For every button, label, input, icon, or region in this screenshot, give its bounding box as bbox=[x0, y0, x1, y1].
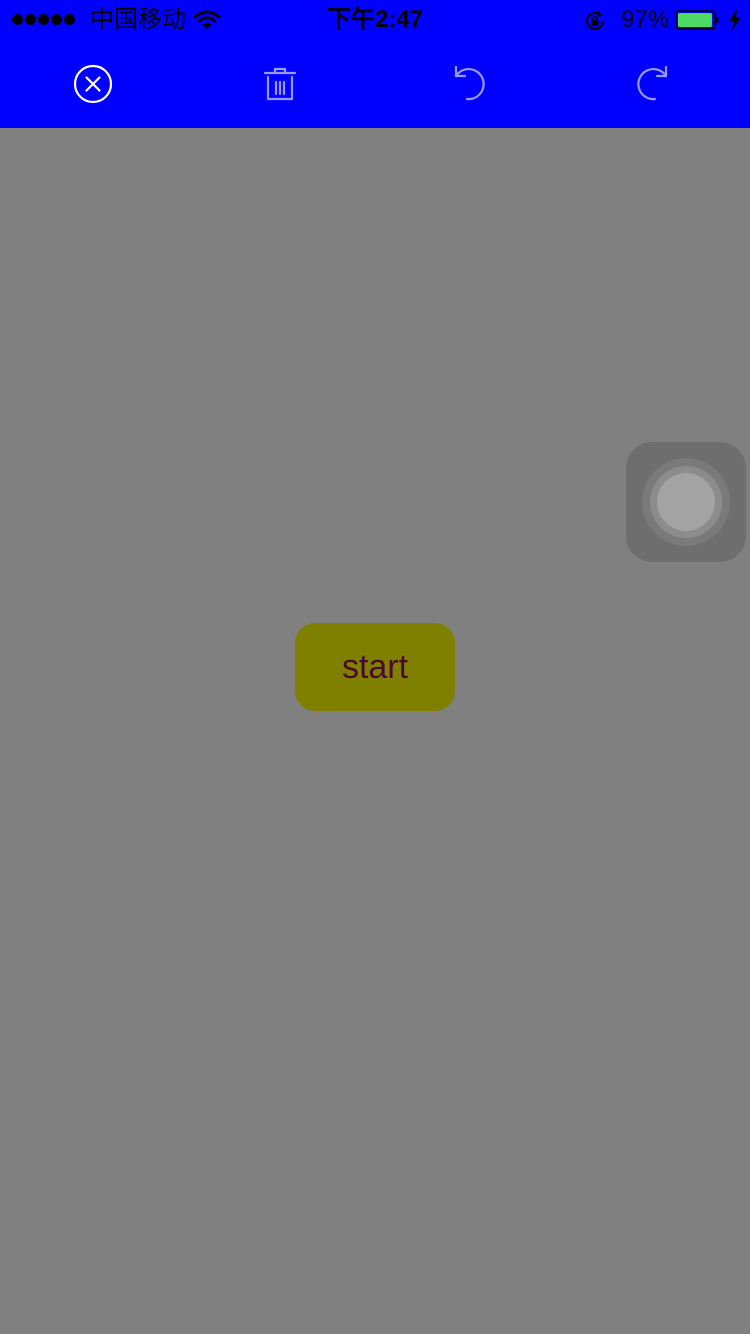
close-button[interactable] bbox=[69, 60, 117, 108]
rotation-lock-icon bbox=[586, 11, 604, 30]
charging-bolt-icon bbox=[729, 9, 741, 31]
delete-button[interactable] bbox=[256, 60, 304, 108]
undo-button[interactable] bbox=[443, 60, 491, 108]
redo-icon bbox=[637, 65, 668, 101]
assistive-touch-button[interactable] bbox=[626, 442, 746, 562]
assistive-touch-icon bbox=[657, 473, 715, 531]
trash-icon bbox=[263, 67, 297, 101]
redo-button[interactable] bbox=[631, 60, 679, 108]
undo-icon bbox=[454, 65, 485, 101]
status-bar: 中国移动 下午2:47 97% bbox=[0, 0, 750, 40]
battery-percent: 97% bbox=[621, 6, 670, 33]
top-toolbar: 中国移动 下午2:47 97% bbox=[0, 0, 750, 128]
start-button[interactable]: start bbox=[295, 623, 455, 711]
battery-icon bbox=[675, 10, 719, 30]
close-circle-icon bbox=[73, 64, 113, 104]
